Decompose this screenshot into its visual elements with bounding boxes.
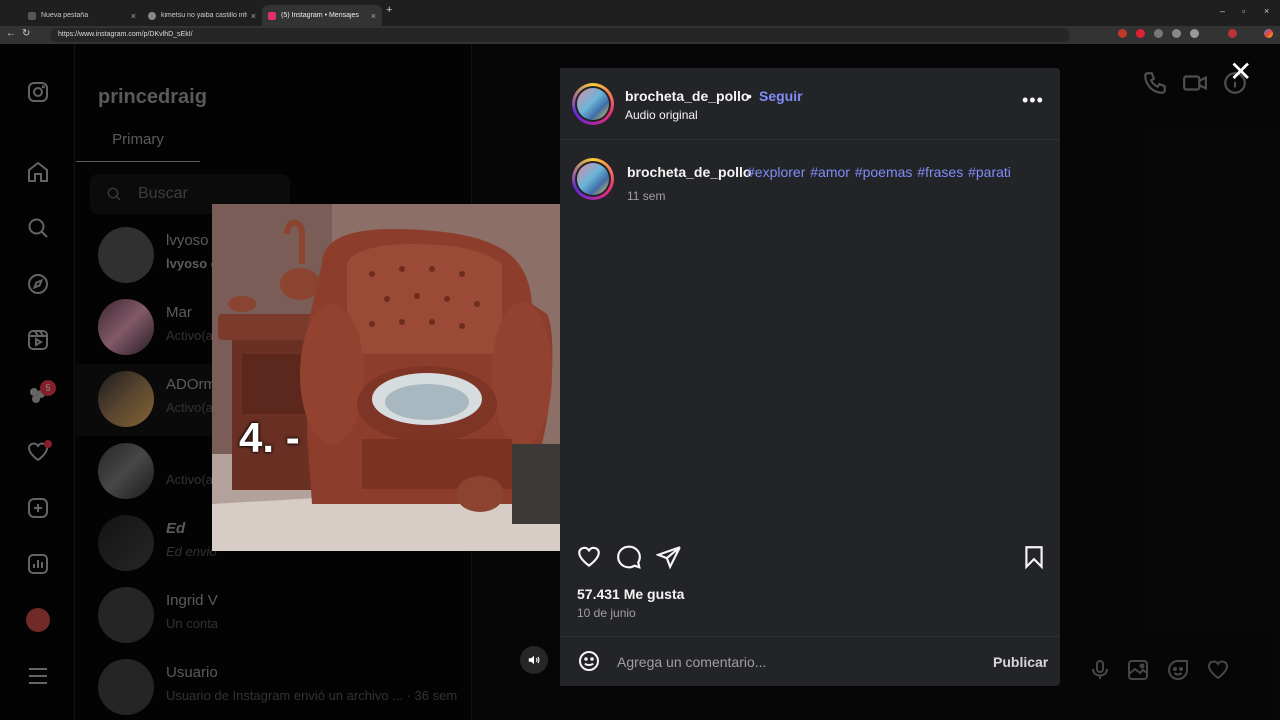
post-actions (560, 544, 1060, 578)
profile-avatar[interactable] (1228, 29, 1237, 38)
post-detail-panel: brocheta_de_pollo • Seguir Audio origina… (560, 68, 1060, 686)
tab-instagram[interactable]: (5) Instagram • Mensajes × (262, 5, 382, 26)
tab-favicon-icon (28, 11, 36, 20)
armchair-toilet-illustration (212, 204, 560, 551)
speaker-icon (528, 655, 540, 665)
save-bookmark-icon[interactable] (1021, 544, 1047, 570)
post-date: 10 de junio (577, 606, 636, 620)
comment-composer: Agrega un comentario... Publicar (560, 636, 1060, 686)
extension-icon[interactable] (1118, 29, 1127, 38)
author-username[interactable]: brocheta_de_pollo (625, 88, 749, 104)
audio-label[interactable]: Audio original (625, 108, 698, 122)
caption-username[interactable]: brocheta_de_pollo (627, 164, 751, 180)
tab-kimetsu[interactable]: kimetsu no yaiba castillo infinito × (142, 5, 262, 26)
caption-time: 11 sem (627, 189, 666, 203)
extension-icon[interactable] (1154, 29, 1163, 38)
maximize-button[interactable]: ▫ (1242, 6, 1245, 16)
caption-avatar[interactable] (572, 158, 614, 200)
emoji-icon[interactable] (577, 649, 601, 673)
browser-tab-bar: Nueva pestaña × kimetsu no yaiba castill… (0, 0, 1280, 26)
tab-label: Nueva pestaña (41, 12, 89, 19)
extension-icon[interactable] (1190, 29, 1199, 38)
address-bar-row: ← ↻ https://www.instagram.com/p/DKvlhD_s… (0, 26, 1280, 44)
close-modal-button[interactable]: ✕ (1229, 58, 1252, 86)
publish-button[interactable]: Publicar (993, 654, 1048, 670)
extension-icon[interactable] (1172, 29, 1181, 38)
comment-input[interactable]: Agrega un comentario... (617, 654, 766, 670)
close-window-button[interactable]: × (1264, 6, 1269, 16)
like-heart-icon[interactable] (576, 544, 602, 570)
tab-label: (5) Instagram • Mensajes (281, 12, 359, 19)
extension-icon[interactable] (1136, 29, 1145, 38)
url-input[interactable]: https://www.instagram.com/p/DKvlhD_sEkI/ (50, 28, 1070, 42)
image-overlay-text: 4. - (239, 414, 300, 461)
post-image[interactable]: 4. - (212, 204, 560, 551)
caption-hashtags[interactable]: #explorer #amor #poemas #frases #parati (747, 164, 1011, 180)
likes-count[interactable]: 57.431 Me gusta (577, 586, 684, 602)
reload-icon[interactable]: ↻ (22, 28, 30, 39)
back-icon[interactable]: ← (6, 28, 16, 39)
new-tab-button[interactable]: + (386, 4, 392, 16)
share-icon[interactable] (654, 544, 682, 570)
tab-close-icon[interactable]: × (251, 11, 256, 21)
tab-label: kimetsu no yaiba castillo infinito (161, 12, 247, 19)
separator-dot: • (747, 88, 752, 104)
copilot-icon[interactable] (1264, 29, 1273, 38)
tab-nueva-pestana[interactable]: Nueva pestaña × (22, 5, 142, 26)
tab-close-icon[interactable]: × (131, 11, 136, 21)
tab-favicon-icon (148, 11, 156, 20)
post-header: brocheta_de_pollo • Seguir Audio origina… (560, 68, 1060, 140)
author-avatar[interactable] (572, 83, 614, 125)
more-options-icon[interactable]: ••• (1022, 90, 1044, 111)
audio-toggle-button[interactable] (520, 646, 548, 674)
tab-close-icon[interactable]: × (371, 11, 376, 21)
minimize-button[interactable]: – (1220, 6, 1225, 16)
follow-button[interactable]: Seguir (759, 88, 803, 104)
instagram-app: 5 princedraig Primary Buscar lvyoso lvyo… (0, 44, 1280, 720)
comment-icon[interactable] (616, 544, 642, 570)
instagram-favicon-icon (268, 11, 276, 20)
